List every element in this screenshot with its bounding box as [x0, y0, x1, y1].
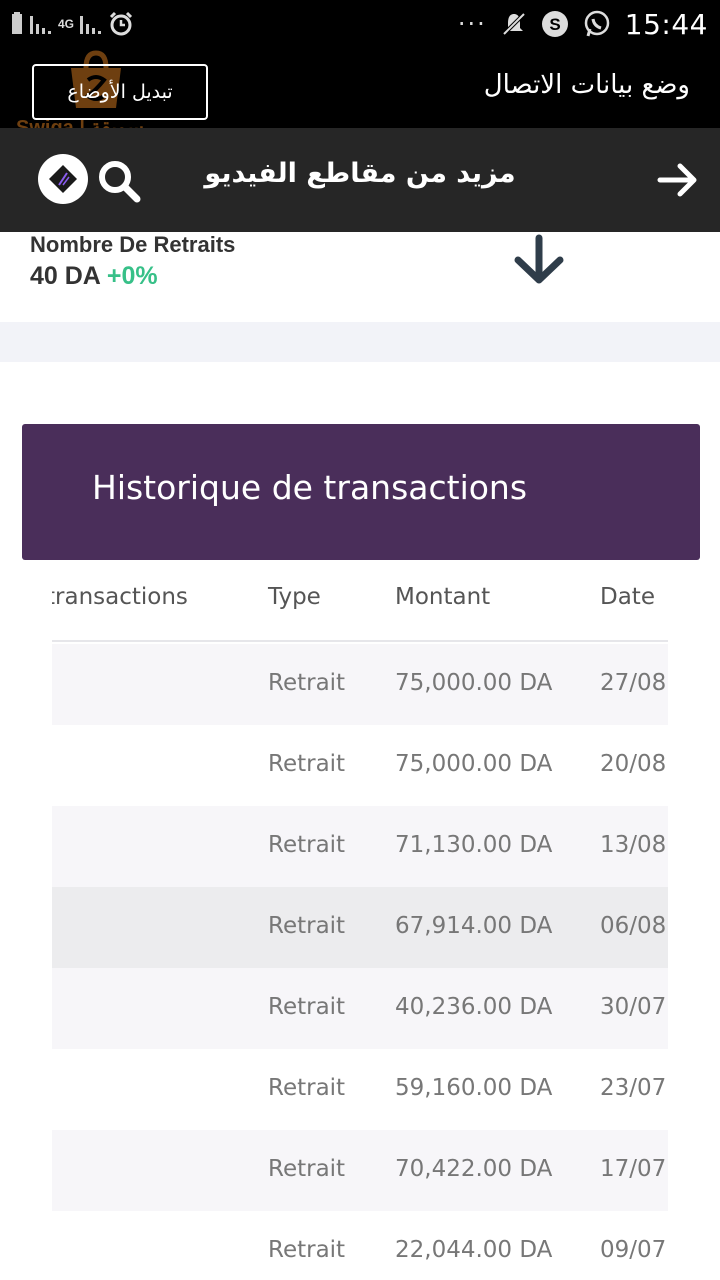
history-header: Historique de transactions	[22, 424, 700, 560]
row-date: 20/08	[600, 751, 667, 777]
svg-text:S: S	[549, 15, 560, 34]
battery-icon	[12, 12, 22, 34]
stat-change: +0%	[106, 262, 158, 290]
table-row[interactable]: Retrait 75,000.00 DA 27/08	[52, 644, 668, 725]
row-date: 09/07	[600, 1237, 667, 1263]
row-type: Retrait	[268, 913, 346, 939]
more-videos-bar[interactable]: مزيد من مقاطع الفيديو	[0, 128, 720, 232]
table-row[interactable]: Retrait 70,422.00 DA 17/07	[52, 1130, 668, 1211]
mute-icon	[502, 12, 526, 36]
channel-avatar[interactable]	[38, 154, 88, 204]
row-amount: 70,422.00 DA	[395, 1156, 553, 1182]
table-row[interactable]: Retrait 75,000.00 DA 20/08	[52, 725, 668, 806]
row-amount: 67,914.00 DA	[395, 913, 553, 939]
stat-amount: 40 DA	[30, 262, 100, 290]
column-type: Type	[268, 584, 321, 610]
row-date: 27/08	[600, 670, 667, 696]
row-type: Retrait	[268, 1075, 346, 1101]
table-row[interactable]: Retrait 67,914.00 DA 06/08	[52, 887, 668, 968]
row-date: 13/08	[600, 832, 667, 858]
row-amount: 71,130.00 DA	[395, 832, 553, 858]
withdrawals-stat-card: Nombre De Retraits 40 DA +0%	[0, 232, 720, 322]
more-notifications-icon: ···	[457, 10, 487, 38]
table-row[interactable]: Retrait 59,160.00 DA 23/07	[52, 1049, 668, 1130]
row-type: Retrait	[268, 832, 346, 858]
switch-modes-button[interactable]: تبديل الأوضاع	[32, 64, 208, 120]
search-icon[interactable]	[96, 158, 142, 204]
row-amount: 75,000.00 DA	[395, 670, 553, 696]
network-type: 4G	[58, 17, 75, 31]
data-mode-title: وضع بيانات الاتصال	[483, 70, 690, 100]
table-row[interactable]: Retrait 71,130.00 DA 13/08	[52, 806, 668, 887]
status-right-icons: ··· S 15:44	[458, 4, 708, 44]
row-amount: 59,160.00 DA	[395, 1075, 553, 1101]
signal-icon	[30, 16, 51, 34]
table-header: transactions Type Montant Date	[52, 560, 668, 642]
table-row[interactable]: Retrait 40,236.00 DA 30/07	[52, 968, 668, 1049]
history-title: Historique de transactions	[92, 468, 528, 507]
status-bar: 4G ··· S 15:44	[0, 0, 720, 48]
row-date: 23/07	[600, 1075, 667, 1101]
row-type: Retrait	[268, 1237, 346, 1263]
data-mode-bar: Swiga | سويقة تبديل الأوضاع وضع بيانات ا…	[0, 48, 720, 139]
whatsapp-icon	[584, 10, 610, 37]
alarm-icon	[109, 11, 133, 36]
arrow-down-icon	[514, 234, 564, 284]
row-date: 30/07	[600, 994, 667, 1020]
row-date: 06/08	[600, 913, 667, 939]
stat-value: 40 DA +0%	[30, 262, 158, 291]
row-amount: 22,044.00 DA	[395, 1237, 553, 1263]
row-type: Retrait	[268, 994, 346, 1020]
row-type: Retrait	[268, 751, 346, 777]
table-row[interactable]: Retrait 22,044.00 DA 09/07	[52, 1211, 668, 1280]
stat-label: Nombre De Retraits	[30, 232, 236, 257]
column-transactions: transactions	[52, 584, 188, 610]
row-date: 17/07	[600, 1156, 667, 1182]
row-type: Retrait	[268, 1156, 346, 1182]
transactions-table[interactable]: transactions Type Montant Date Retrait 7…	[52, 560, 668, 1280]
clock: 15:44	[624, 7, 708, 41]
column-amount: Montant	[395, 584, 491, 610]
arrow-right-icon[interactable]	[654, 156, 702, 204]
signal-icon	[80, 16, 102, 34]
row-amount: 75,000.00 DA	[395, 751, 553, 777]
row-amount: 40,236.00 DA	[395, 994, 553, 1020]
row-type: Retrait	[268, 670, 346, 696]
s-app-icon: S	[541, 11, 568, 37]
status-left-icons: 4G	[10, 8, 134, 40]
column-date: Date	[600, 584, 655, 610]
section-divider	[0, 322, 720, 362]
channel-logo-icon	[49, 165, 77, 193]
